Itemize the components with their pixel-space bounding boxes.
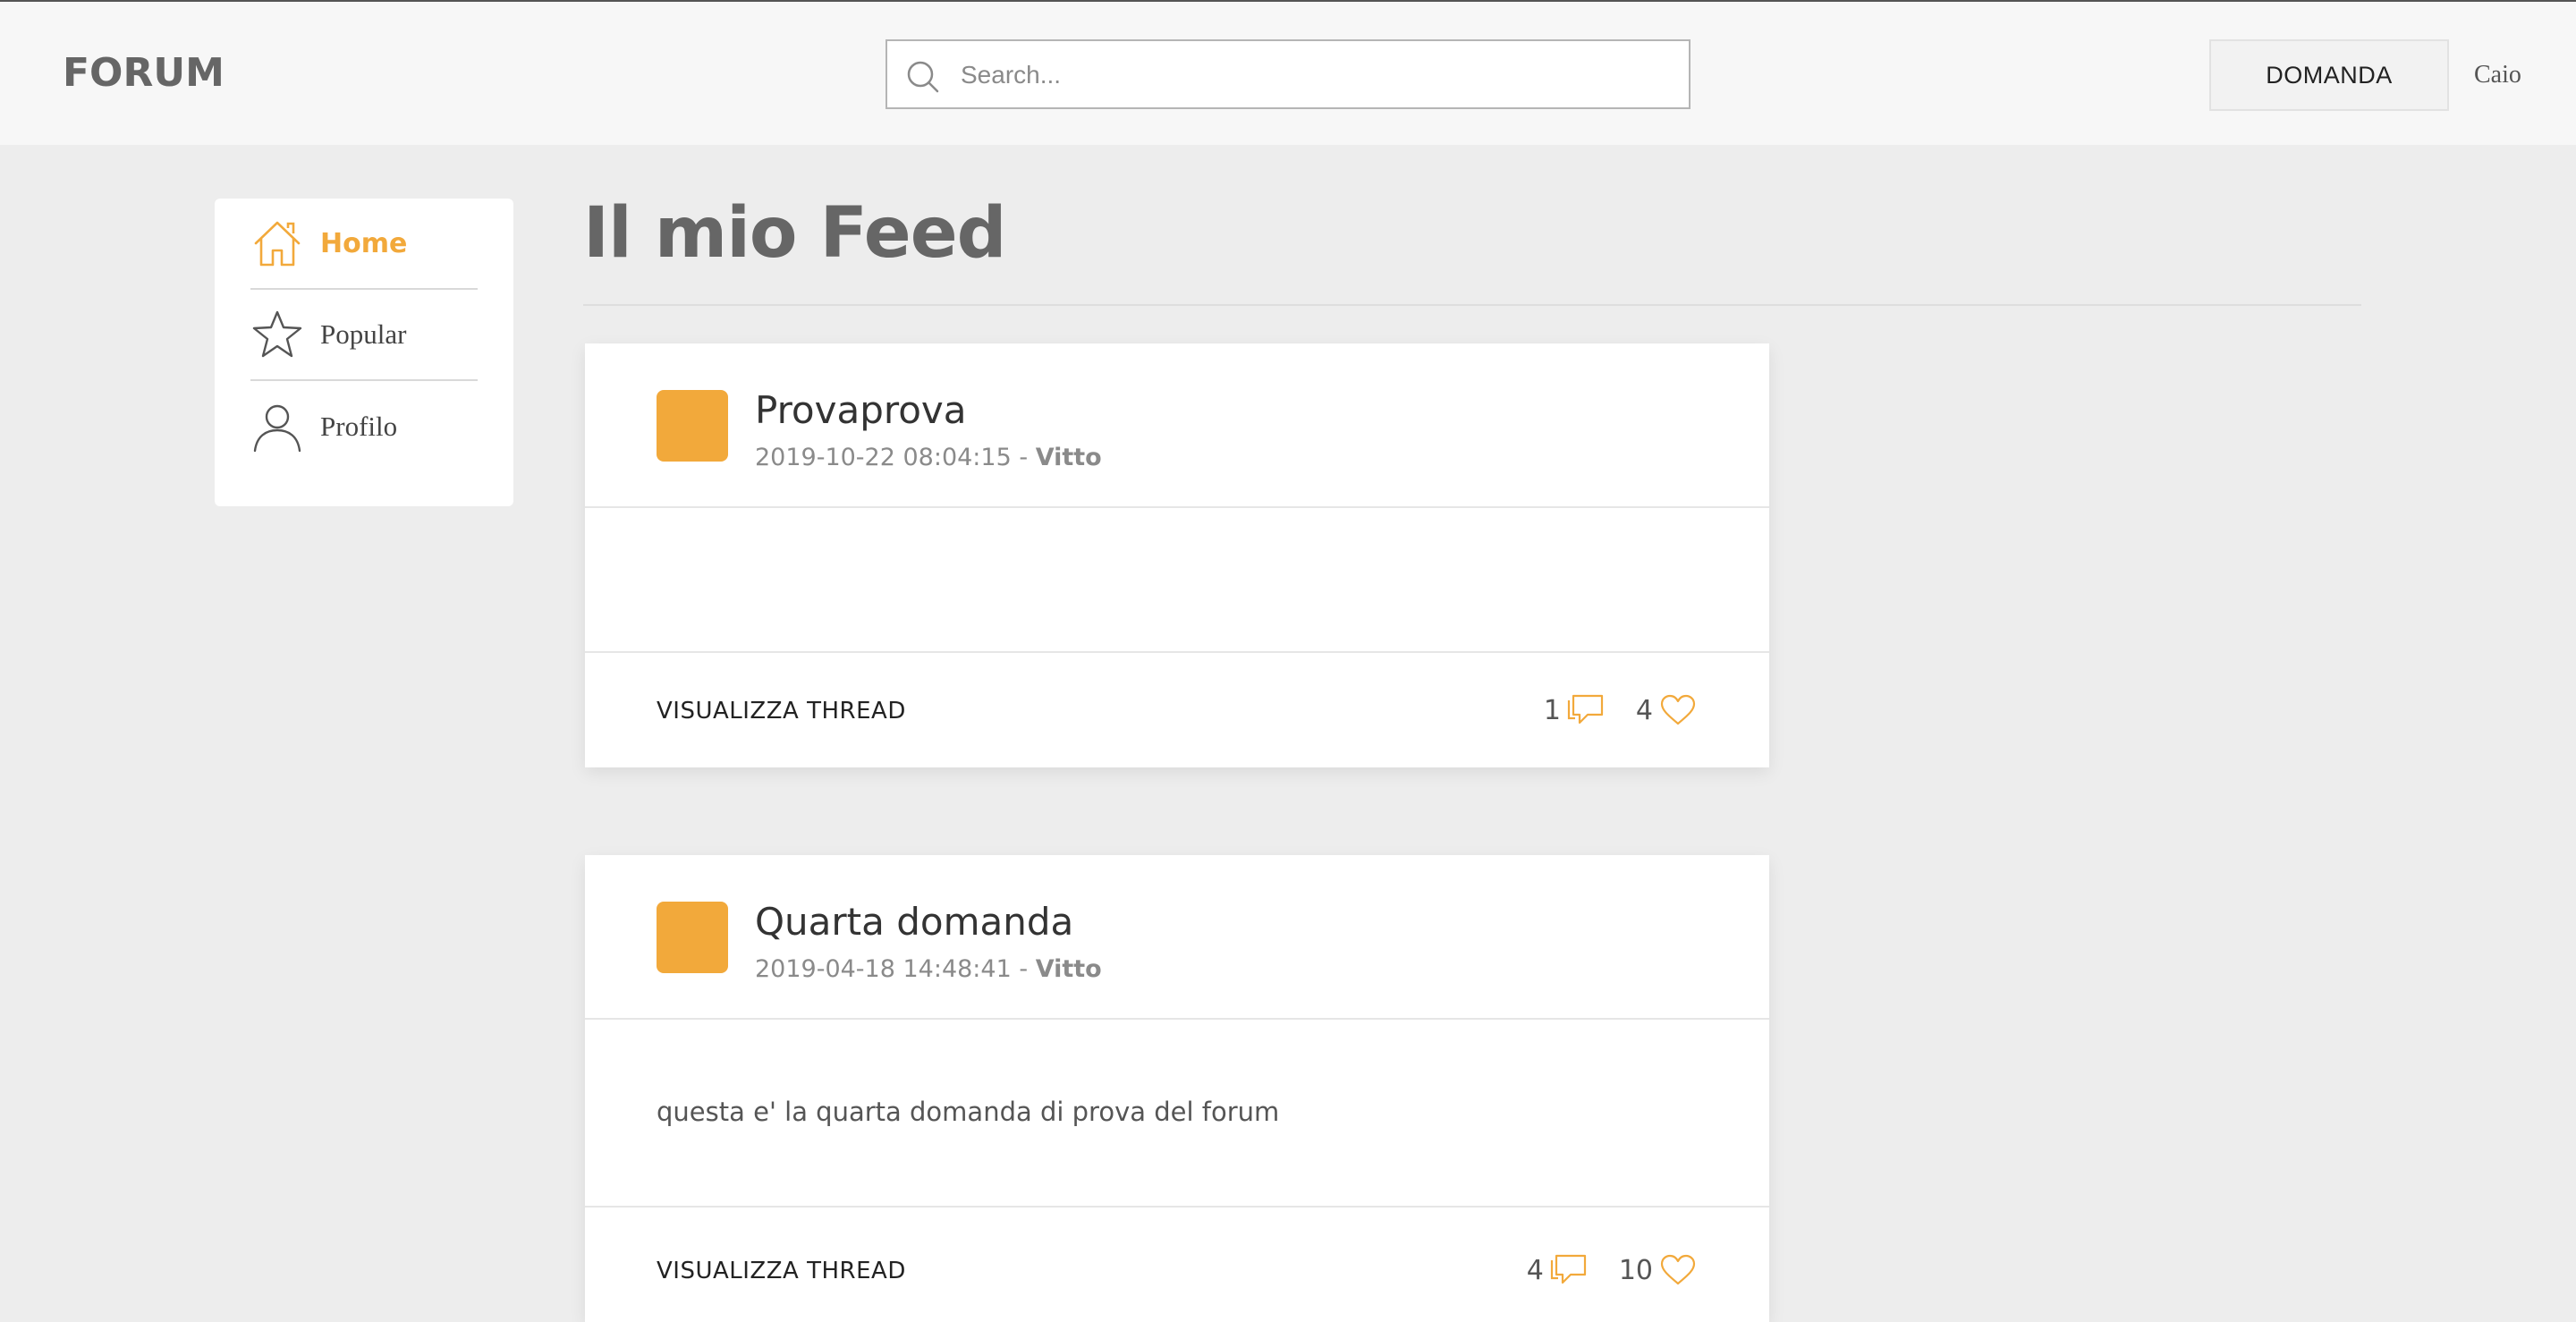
post-stats: 1 4: [1513, 692, 1698, 728]
search-box[interactable]: [886, 39, 1690, 109]
likes-count[interactable]: 10: [1619, 1252, 1698, 1288]
post-meta: 2019-04-18 14:48:41 - Vitto: [755, 955, 1102, 983]
post-body: [585, 508, 1769, 653]
star-icon: [250, 308, 304, 361]
comments-count[interactable]: 4: [1527, 1252, 1589, 1288]
post-card: Provaprova 2019-10-22 08:04:15 - Vitto V…: [585, 343, 1769, 767]
comments-number: 1: [1543, 694, 1561, 726]
post-title[interactable]: Quarta domanda: [755, 900, 1073, 944]
heart-icon: [1660, 1254, 1696, 1285]
top-bar: FORUM DOMANDA Caio: [0, 0, 2576, 145]
search-icon: [907, 61, 939, 93]
comment-icon: [1550, 1254, 1586, 1284]
post-header: Quarta domanda 2019-04-18 14:48:41 - Vit…: [585, 855, 1769, 1020]
sidebar-nav: Home Popular Profilo: [215, 199, 513, 506]
post-card: Quarta domanda 2019-04-18 14:48:41 - Vit…: [585, 855, 1769, 1322]
comment-icon: [1567, 694, 1604, 725]
user-name-link[interactable]: Caio: [2474, 61, 2521, 89]
meta-separator: -: [1011, 955, 1036, 983]
comments-count[interactable]: 1: [1544, 692, 1606, 728]
post-author: Vitto: [1035, 955, 1102, 983]
avatar: [657, 390, 728, 462]
post-footer: VISUALIZZA THREAD 4 10: [585, 1208, 1769, 1322]
post-stats: 4 10: [1496, 1252, 1698, 1288]
post-footer: VISUALIZZA THREAD 1 4: [585, 653, 1769, 767]
post-header: Provaprova 2019-10-22 08:04:15 - Vitto: [585, 343, 1769, 508]
ask-question-button[interactable]: DOMANDA: [2209, 39, 2449, 111]
view-thread-link[interactable]: VISUALIZZA THREAD: [657, 698, 906, 725]
page-title: Il mio Feed: [583, 193, 1006, 274]
sidebar-item-label: Home: [320, 227, 408, 259]
search-input[interactable]: [959, 52, 1660, 98]
likes-number: 4: [1635, 694, 1653, 726]
sidebar-item-profilo[interactable]: Profilo: [250, 381, 478, 472]
sidebar-item-label: Popular: [320, 318, 407, 350]
post-text: questa e' la quarta domanda di prova del…: [657, 1097, 1280, 1127]
post-author: Vitto: [1035, 444, 1102, 471]
post-title[interactable]: Provaprova: [755, 388, 967, 432]
sidebar-item-home[interactable]: Home: [250, 199, 478, 290]
logo[interactable]: FORUM: [63, 50, 225, 96]
likes-count[interactable]: 4: [1636, 692, 1698, 728]
post-date: 2019-10-22 08:04:15: [755, 444, 1012, 471]
sidebar-item-popular[interactable]: Popular: [250, 290, 478, 381]
likes-number: 10: [1618, 1254, 1653, 1286]
title-divider: [583, 304, 2361, 306]
comments-number: 4: [1526, 1254, 1544, 1286]
user-icon: [250, 400, 304, 453]
avatar: [657, 902, 728, 973]
heart-icon: [1660, 694, 1696, 725]
post-body: questa e' la quarta domanda di prova del…: [585, 1020, 1769, 1208]
post-meta: 2019-10-22 08:04:15 - Vitto: [755, 444, 1102, 471]
home-icon: [250, 216, 304, 270]
view-thread-link[interactable]: VISUALIZZA THREAD: [657, 1258, 906, 1284]
post-date: 2019-04-18 14:48:41: [755, 955, 1012, 983]
meta-separator: -: [1011, 444, 1036, 471]
sidebar-item-label: Profilo: [320, 411, 398, 442]
